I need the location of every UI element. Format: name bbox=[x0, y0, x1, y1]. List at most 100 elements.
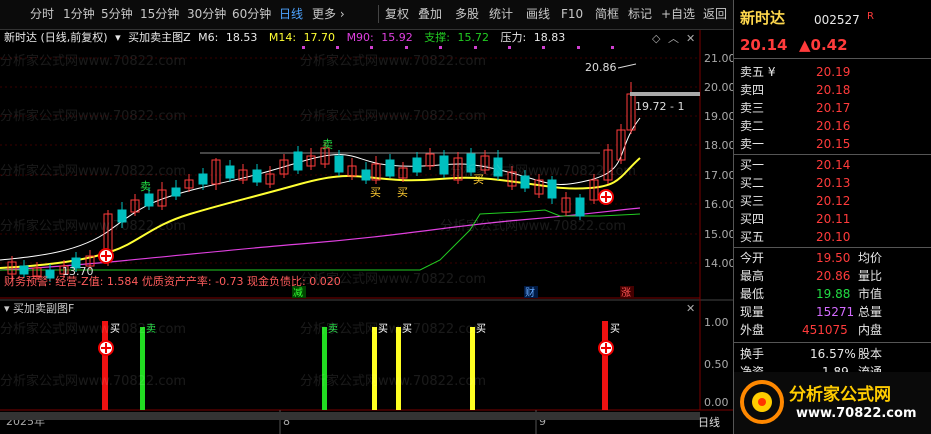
period-indicator[interactable]: 日线 bbox=[698, 415, 720, 429]
bid-price: 20.14 bbox=[816, 158, 851, 172]
stat-label: 总量 bbox=[858, 305, 883, 319]
pressure-value: 18.83 bbox=[533, 31, 566, 44]
overlay-button[interactable]: 叠加 bbox=[418, 4, 442, 24]
tab-daily[interactable]: 日线 bbox=[279, 4, 303, 24]
sub-y-tick: 0.50 bbox=[704, 358, 729, 371]
bid-label: 买三 bbox=[740, 194, 765, 208]
watermark: 分析家公式网www.70822.com bbox=[0, 109, 187, 124]
stat-label: 外盘 bbox=[740, 323, 765, 337]
tab-fenshi[interactable]: 分时 bbox=[30, 4, 54, 24]
price-change: ▲0.42 bbox=[799, 36, 848, 54]
candle-body bbox=[144, 193, 154, 207]
watermark: 分析家公式网www.70822.com bbox=[0, 164, 187, 179]
ask-price: 20.19 bbox=[816, 65, 851, 79]
main-indicator-name[interactable]: 买加卖主图Z bbox=[128, 31, 191, 44]
draw-line-button[interactable]: 画线 bbox=[526, 4, 550, 24]
ask-price: 20.17 bbox=[816, 101, 851, 115]
tab-15min[interactable]: 15分钟 bbox=[140, 4, 179, 24]
y-tick: 15.00 bbox=[704, 228, 733, 241]
stat-label: 量比 bbox=[858, 269, 883, 283]
stat-label: 最低 bbox=[740, 287, 765, 301]
ask-price: 20.15 bbox=[816, 137, 851, 151]
stat-value: 15271 bbox=[816, 305, 855, 319]
buy-label: 买 bbox=[370, 186, 381, 199]
divider bbox=[378, 5, 379, 23]
candle-body bbox=[334, 155, 344, 173]
candle-body bbox=[547, 179, 557, 199]
candle-body bbox=[575, 197, 585, 217]
watermark: 分析家公式网www.70822.com bbox=[0, 374, 187, 389]
tab-60min[interactable]: 60分钟 bbox=[232, 4, 271, 24]
m90-label: M90: bbox=[346, 31, 374, 44]
watermark: 分析家公式网www.70822.com bbox=[300, 54, 487, 69]
close-icon[interactable]: ✕ bbox=[686, 302, 695, 315]
current-price: 20.14 bbox=[740, 36, 788, 54]
turnover-label: 换手 bbox=[740, 347, 765, 361]
m6-label: M6: bbox=[198, 31, 219, 44]
quote-panel: 新时达 002527 R 20.14 ▲0.42 卖五 ¥ 20.19 卖四 2… bbox=[733, 0, 931, 434]
stock-label: 新时达 (日线,前复权) bbox=[4, 31, 108, 44]
stat-label: 均价 bbox=[858, 251, 883, 265]
sell-label: 卖 bbox=[322, 138, 333, 151]
logo-icon bbox=[740, 380, 784, 424]
ask-label: 卖一 bbox=[740, 137, 765, 151]
bid-label: 买二 bbox=[740, 176, 765, 190]
divider bbox=[734, 58, 931, 59]
tab-1min[interactable]: 1分钟 bbox=[63, 4, 95, 24]
x-scrollbar[interactable] bbox=[0, 412, 700, 420]
support-value: 15.72 bbox=[457, 31, 489, 44]
stat-label: 现量 bbox=[740, 305, 765, 319]
ask-label: 卖二 bbox=[740, 119, 765, 133]
sub-y-tick: 0.00 bbox=[704, 396, 729, 409]
ask-label: 卖三 bbox=[740, 101, 765, 115]
chevron-down-icon[interactable]: ▾ bbox=[115, 31, 121, 44]
bid-price: 20.11 bbox=[816, 212, 851, 226]
bid-label: 买四 bbox=[740, 212, 765, 226]
mark-button[interactable]: 标记 bbox=[628, 4, 652, 24]
bid-price: 20.13 bbox=[816, 176, 851, 190]
f10-button[interactable]: F10 bbox=[561, 4, 583, 24]
stat-value: 19.88 bbox=[816, 287, 851, 301]
divider bbox=[734, 247, 931, 248]
candle-body bbox=[412, 157, 422, 173]
high-arrow bbox=[617, 63, 637, 69]
bid-label: 买五 bbox=[740, 230, 765, 244]
tab-more[interactable]: 更多 › bbox=[312, 4, 345, 24]
multi-stock-button[interactable]: 多股 bbox=[455, 4, 479, 24]
m6-value: 18.53 bbox=[225, 31, 258, 44]
sub-buy-label: 买 bbox=[610, 323, 620, 335]
simple-frame-button[interactable]: 简框 bbox=[595, 4, 619, 24]
stock-name: 新时达 bbox=[740, 9, 786, 27]
bid-price: 20.10 bbox=[816, 230, 851, 244]
y-tick: 19.00 bbox=[704, 110, 733, 123]
period-toolbar: 分时 1分钟 5分钟 15分钟 30分钟 60分钟 日线 更多 › 复权 叠加 … bbox=[0, 0, 733, 30]
back-button[interactable]: 返回 bbox=[703, 4, 727, 24]
add-watchlist-button[interactable]: +自选 bbox=[661, 4, 695, 24]
chevron-down-icon[interactable]: ▾ bbox=[4, 302, 13, 315]
watermark: 分析家公式网www.70822.com bbox=[0, 219, 187, 234]
tab-30min[interactable]: 30分钟 bbox=[187, 4, 226, 24]
sub-indicator-name[interactable]: ▾ 买加卖副图F bbox=[4, 300, 74, 316]
diamond-icon[interactable]: ◇ bbox=[652, 32, 661, 45]
chevron-up-icon[interactable]: ︿ bbox=[668, 32, 679, 45]
sub-indicator-label[interactable]: 买加卖副图F bbox=[13, 302, 74, 315]
watermark: 分析家公式网www.70822.com bbox=[300, 109, 487, 124]
close-icon[interactable]: ✕ bbox=[686, 32, 695, 45]
stat-value: 19.50 bbox=[816, 251, 851, 265]
watermark: 分析家公式网www.70822.com bbox=[0, 54, 187, 69]
support-label: 支撑: bbox=[424, 31, 450, 44]
high-mark: 20.86 bbox=[585, 61, 617, 74]
event-tag-finance[interactable]: 财 bbox=[525, 286, 535, 299]
indicator-legend: 新时达 (日线,前复权) ▾ 买加卖主图Z M6: 18.53 M14: 17.… bbox=[4, 30, 573, 46]
stats-button[interactable]: 统计 bbox=[489, 4, 513, 24]
y-tick: 21.00 bbox=[704, 52, 733, 65]
bid-label: 买一 bbox=[740, 158, 765, 172]
fuquan-button[interactable]: 复权 bbox=[385, 4, 409, 24]
watermark: 分析家公式网www.70822.com bbox=[440, 219, 627, 234]
candle-body bbox=[439, 155, 449, 175]
divider bbox=[734, 154, 931, 155]
event-tag-rise[interactable]: 涨 bbox=[621, 287, 631, 299]
logo: 分析家公式网 www.70822.com bbox=[734, 372, 931, 434]
cursor-bar bbox=[630, 92, 700, 96]
tab-5min[interactable]: 5分钟 bbox=[101, 4, 133, 24]
